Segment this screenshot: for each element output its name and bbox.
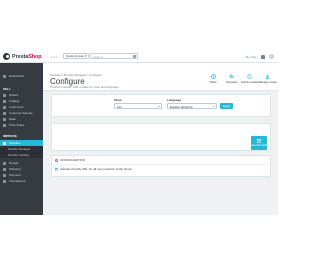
avatar[interactable]	[269, 54, 274, 59]
sidebar-section-sell: SELL	[3, 87, 11, 91]
notifications-icon[interactable]	[261, 54, 265, 59]
sidebar-item-label: Customers	[9, 105, 24, 109]
sidebar-item-label: Dashboard	[9, 74, 24, 78]
puzzle-icon	[3, 141, 6, 145]
url-update-panel: Create URL Update	[51, 123, 271, 151]
sidebar-item-module-catalog[interactable]: Module Catalog	[0, 152, 43, 158]
sidebar-item-label: Modules	[9, 141, 21, 145]
view-shop-link[interactable]: My shop	[246, 55, 257, 59]
shop-language-filter: Shop ALL Language English (English) Appl…	[51, 94, 271, 117]
gear-icon	[55, 158, 58, 162]
logo[interactable]: PrestaShop	[3, 53, 42, 60]
sidebar-item-label: Design	[9, 161, 19, 165]
language-select[interactable]: English (English)	[167, 103, 217, 109]
stats-icon	[3, 117, 6, 121]
language-select-value: English (English)	[170, 104, 193, 109]
toolbar-label: Manage hooks	[258, 80, 277, 84]
apply-button[interactable]: Apply	[220, 103, 233, 109]
top-right-menu: My shop	[246, 54, 274, 59]
sidebar-item-label: Module Manager	[8, 147, 31, 151]
sidebar: Dashboard SELL Orders Catalog Customers …	[0, 63, 43, 215]
back-button[interactable]: Back	[207, 74, 220, 84]
sidebar-item-label: Shipping	[9, 167, 21, 171]
sidebar-item-label: Module Catalog	[8, 153, 30, 157]
app-frame: PrestaShop 1.7.x Quick Access ▾ Search M…	[0, 50, 278, 215]
card-icon	[3, 173, 6, 177]
save-icon	[257, 139, 261, 143]
sidebar-item-label: Stats	[9, 117, 16, 121]
logo-text: PrestaShop	[12, 53, 42, 60]
breadcrumb-item: Configure	[87, 73, 102, 77]
shop-label: Shop	[114, 98, 122, 102]
truck-icon	[3, 167, 6, 171]
design-icon	[3, 161, 6, 165]
chevron-down-icon	[213, 105, 215, 107]
sidebar-item-label: Customer Service	[9, 111, 33, 115]
sidebar-item-dashboard[interactable]: Dashboard	[0, 73, 43, 79]
shop-select[interactable]: ALL	[114, 103, 162, 109]
sidebar-item-label: Payment	[9, 173, 21, 177]
sidebar-item-label: International	[9, 179, 26, 183]
create-url-update-button[interactable]: Create URL Update	[248, 136, 270, 150]
version-label: 1.7.x	[51, 55, 58, 59]
chevron-down-icon	[158, 105, 160, 107]
activate-friendly-url-checkbox[interactable]	[55, 167, 58, 171]
chat-icon	[3, 111, 6, 115]
page-subtitle: Product Friendly URL update by shop and …	[50, 85, 119, 89]
toolbar-label: Translate	[225, 80, 238, 84]
sidebar-item-international[interactable]: International	[0, 178, 43, 184]
configuration-title: Configuration	[60, 158, 85, 162]
catalog-icon	[3, 99, 6, 103]
sidebar-item-price-rules[interactable]: Price Rules	[0, 122, 43, 128]
download-icon	[265, 74, 270, 79]
quick-access-dropdown[interactable]: Quick Access ▾	[63, 53, 90, 59]
sidebar-section-improve: IMPROVE	[3, 134, 17, 138]
activate-friendly-url-option: Activate friendly URL for all new produc…	[55, 167, 132, 171]
translate-icon	[229, 74, 234, 79]
prestashop-logo-icon	[3, 53, 10, 60]
toolbar: Back Translate Check update Manage hooks	[207, 74, 277, 84]
tag-icon	[3, 123, 6, 127]
search-input[interactable]: Search	[90, 53, 138, 59]
check-update-button[interactable]: Check update	[240, 74, 259, 84]
search-placeholder: Search	[93, 54, 103, 59]
search-icon[interactable]	[133, 54, 136, 58]
create-url-update-label: Create URL Update	[248, 144, 270, 147]
page-header: Modules Module Manager Configure Configu…	[43, 63, 278, 91]
configuration-panel: Configuration Activate friendly URL for …	[51, 155, 271, 177]
translate-button[interactable]: Translate	[225, 74, 238, 84]
dashboard-icon	[3, 74, 6, 78]
back-icon	[211, 74, 216, 79]
manage-hooks-button[interactable]: Manage hooks	[258, 74, 277, 84]
activate-friendly-url-label: Activate friendly URL for all new produc…	[60, 167, 132, 171]
shop-select-value: ALL	[117, 104, 123, 109]
sidebar-item-label: Price Rules	[9, 123, 25, 127]
sidebar-item-label: Orders	[9, 93, 19, 97]
top-bar: PrestaShop 1.7.x Quick Access ▾ Search M…	[0, 50, 278, 63]
refresh-icon	[247, 74, 252, 79]
toolbar-label: Check update	[240, 80, 259, 84]
sidebar-item-label: Catalog	[9, 99, 20, 103]
globe-icon	[3, 179, 6, 183]
orders-icon	[3, 93, 6, 97]
toolbar-label: Back	[210, 80, 217, 84]
language-label: Language	[167, 98, 182, 102]
divider	[52, 164, 270, 165]
configuration-header: Configuration	[55, 158, 85, 162]
customers-icon	[3, 105, 6, 109]
